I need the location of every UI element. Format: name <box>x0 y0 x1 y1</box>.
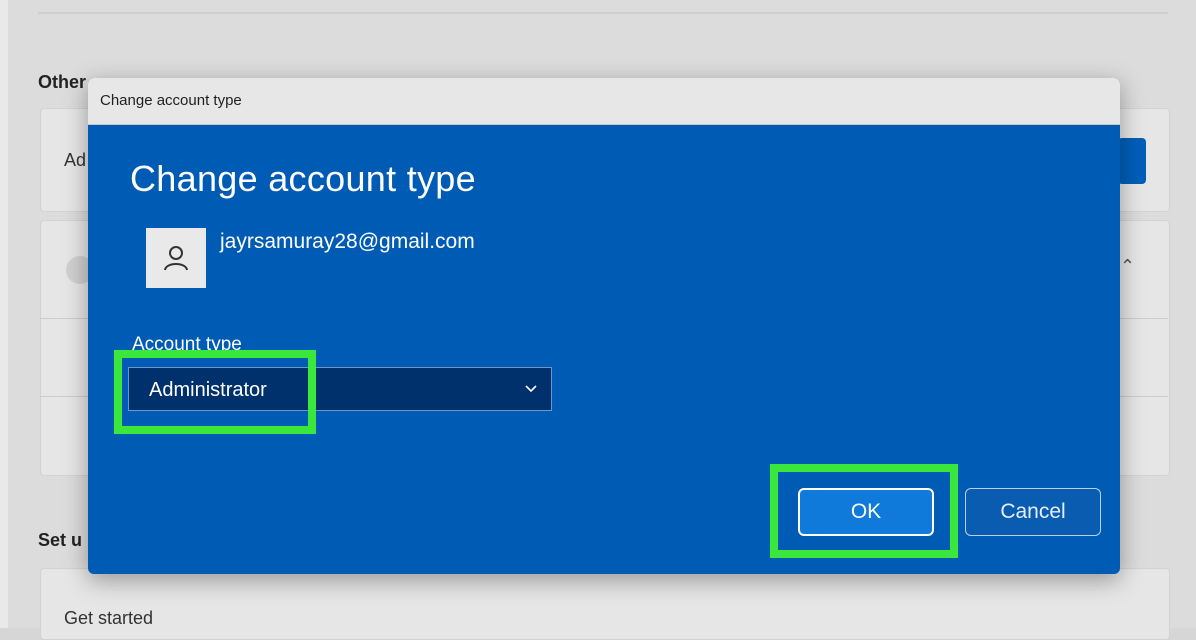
add-account-button[interactable] <box>1118 138 1146 184</box>
person-icon <box>164 246 188 271</box>
chevron-up-icon[interactable]: ⌃ <box>1120 256 1135 277</box>
change-account-type-dialog: Change account type Change account type … <box>88 78 1120 574</box>
top-divider <box>38 12 1168 14</box>
dialog-titlebar[interactable]: Change account type <box>88 78 1120 125</box>
page-left-edge <box>0 0 8 628</box>
section-other-label: Other <box>38 72 87 92</box>
get-started-card[interactable] <box>40 568 1170 640</box>
section-setup-label: Set u <box>38 530 83 550</box>
add-account-label: Ad <box>64 150 87 170</box>
dialog-window-title: Change account type <box>100 92 242 109</box>
cancel-button[interactable]: Cancel <box>965 488 1101 536</box>
highlight-ok-button <box>770 464 958 558</box>
highlight-account-type <box>114 350 316 434</box>
get-started-label: Get started <box>64 608 154 628</box>
chevron-down-icon <box>521 378 541 403</box>
user-tile <box>146 228 206 288</box>
user-email: jayrsamuray28@gmail.com <box>220 230 475 253</box>
dialog-heading: Change account type <box>130 158 476 199</box>
